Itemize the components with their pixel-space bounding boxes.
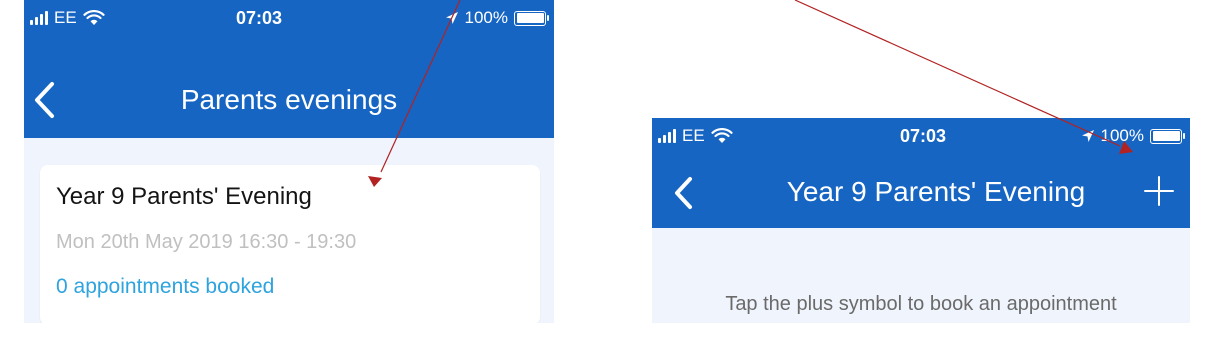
annotation-arrow-line [794, 0, 1121, 147]
annotation-arrowhead [368, 176, 382, 187]
annotation-arrowhead [1119, 141, 1133, 154]
annotation-arrows [368, 0, 1133, 187]
annotation-arrow-line [380, 0, 461, 173]
